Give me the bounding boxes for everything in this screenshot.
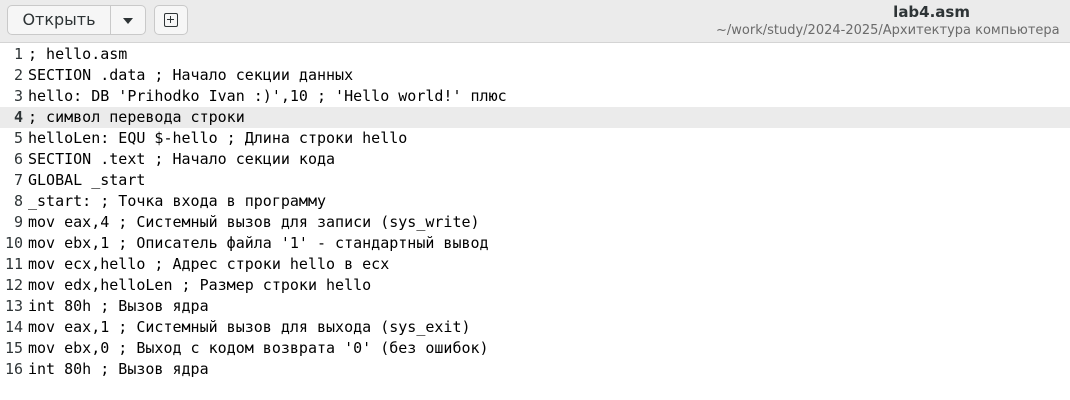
line-number: 8 — [13, 192, 23, 210]
code-text[interactable]: mov ebx,1 ; Описатель файла '1' - станда… — [28, 233, 489, 254]
code-text[interactable]: GLOBAL _start — [28, 170, 145, 191]
code-line[interactable]: 1 ; hello.asm — [0, 44, 1070, 65]
file-path-subtitle: ~/work/study/2024-2025/Архитектура компь… — [716, 23, 1060, 38]
code-text[interactable]: mov edx,helloLen ; Размер строки hello — [28, 275, 371, 296]
code-line[interactable]: 11 mov ecx,hello ; Адрес строки hello в e… — [0, 254, 1070, 275]
code-line[interactable]: 12 mov edx,helloLen ; Размер строки hello — [0, 275, 1070, 296]
line-number: 3 — [13, 87, 23, 105]
code-text[interactable]: int 80h ; Вызов ядра — [28, 359, 209, 380]
code-line[interactable]: 8 _start: ; Точка входа в программу — [0, 191, 1070, 212]
code-line[interactable]: 15 mov ebx,0 ; Выход с кодом возврата '0'… — [0, 338, 1070, 359]
line-number: 7 — [13, 171, 23, 189]
new-document-icon — [164, 13, 178, 27]
code-line[interactable]: 10 mov ebx,1 ; Описатель файла '1' - стан… — [0, 233, 1070, 254]
code-line[interactable]: 13 int 80h ; Вызов ядра — [0, 296, 1070, 317]
text-editor[interactable]: 1 ; hello.asm 2 SECTION .data ; Начало секц… — [0, 43, 1070, 400]
code-line[interactable]: 4 ; символ перевода строки — [0, 107, 1070, 128]
line-number: 9 — [13, 213, 23, 231]
code-text[interactable]: mov eax,1 ; Системный вызов для выхода (… — [28, 317, 471, 338]
line-number: 11 — [4, 255, 23, 273]
code-line[interactable]: 9 mov eax,4 ; Системный вызов для записи … — [0, 212, 1070, 233]
new-tab-button[interactable] — [154, 5, 188, 35]
line-number: 14 — [4, 318, 23, 336]
code-line[interactable]: 6 SECTION .text ; Начало секции кода — [0, 149, 1070, 170]
code-line[interactable]: 16 int 80h ; Вызов ядра — [0, 359, 1070, 380]
line-number: 10 — [4, 234, 23, 252]
code-text[interactable]: helloLen: EQU $-hello ; Длина строки hel… — [28, 128, 407, 149]
code-text[interactable]: hello: DB 'Prihodko Ivan :)',10 ; 'Hello… — [28, 86, 507, 107]
code-line[interactable]: 7 GLOBAL _start — [0, 170, 1070, 191]
code-text[interactable]: mov eax,4 ; Системный вызов для записи (… — [28, 212, 480, 233]
code-line[interactable]: 2 SECTION .data ; Начало секции данных — [0, 65, 1070, 86]
line-number: 12 — [4, 276, 23, 294]
line-number: 6 — [13, 150, 23, 168]
code-line[interactable]: 14 mov eax,1 ; Системный вызов для выхода… — [0, 317, 1070, 338]
chevron-down-icon — [123, 18, 133, 24]
line-number: 15 — [4, 339, 23, 357]
line-number: 1 — [13, 45, 23, 63]
window-title: lab4.asm — [893, 3, 970, 21]
code-text[interactable]: SECTION .data ; Начало секции данных — [28, 65, 353, 86]
code-text[interactable]: SECTION .text ; Начало секции кода — [28, 149, 335, 170]
line-number: 16 — [4, 360, 23, 378]
open-menu-dropdown-button[interactable] — [111, 5, 146, 35]
open-button[interactable]: Открыть — [7, 5, 111, 35]
line-number: 2 — [13, 66, 23, 84]
code-text[interactable]: ; hello.asm — [28, 44, 127, 65]
code-line[interactable]: 3 hello: DB 'Prihodko Ivan :)',10 ; 'Hell… — [0, 86, 1070, 107]
line-number: 4 — [13, 108, 23, 126]
header-bar: Открыть lab4.asm ~/work/study/2024-2025/… — [0, 0, 1070, 43]
code-text[interactable]: int 80h ; Вызов ядра — [28, 296, 209, 317]
code-text[interactable]: mov ecx,hello ; Адрес строки hello в ecx — [28, 254, 389, 275]
code-line[interactable]: 5 helloLen: EQU $-hello ; Длина строки he… — [0, 128, 1070, 149]
code-text[interactable]: _start: ; Точка входа в программу — [28, 191, 326, 212]
line-number: 5 — [13, 129, 23, 147]
code-text[interactable]: ; символ перевода строки — [28, 107, 245, 128]
line-number: 13 — [4, 297, 23, 315]
code-text[interactable]: mov ebx,0 ; Выход с кодом возврата '0' (… — [28, 338, 489, 359]
